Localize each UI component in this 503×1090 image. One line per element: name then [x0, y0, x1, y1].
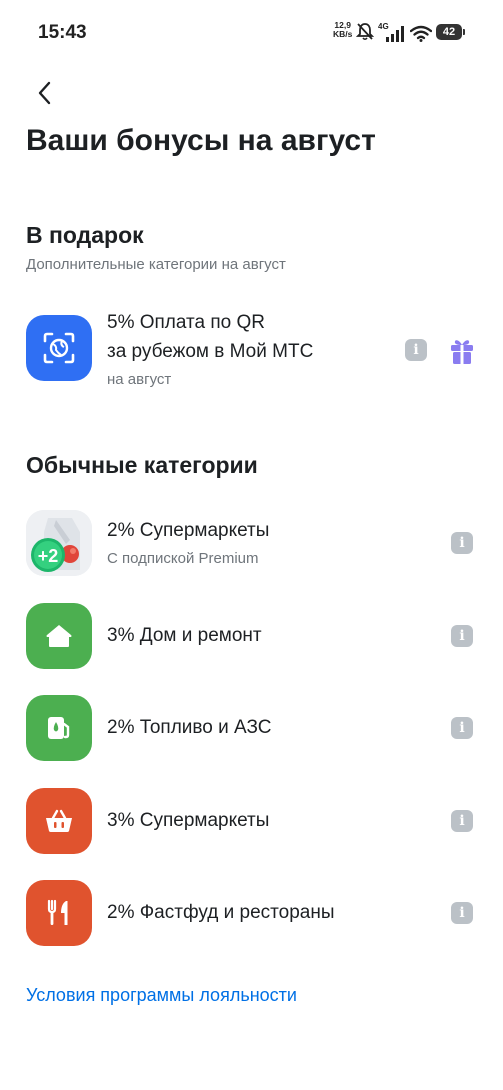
loyalty-terms-link[interactable]: Условия программы лояльности [26, 985, 297, 1006]
house-icon [46, 625, 72, 647]
info-button[interactable]: i [451, 902, 473, 924]
gift-section-title: В подарок [26, 222, 144, 248]
premium-supermarket-tile: +2 [26, 510, 92, 576]
category-title: 3% Дом и ремонт [107, 625, 262, 646]
fork-knife-icon [47, 899, 68, 925]
supermarket-tile [26, 788, 92, 854]
gift-category-title-line1: 5% Оплата по QR [107, 312, 266, 333]
gift-category-title-line2: за рубежом в Мой МТС [107, 341, 314, 362]
info-button[interactable]: i [451, 717, 473, 739]
signal-icon [386, 26, 404, 42]
info-button[interactable]: i [451, 810, 473, 832]
gift-section-subtitle: Дополнительные категории на август [26, 256, 286, 273]
page-title: Ваши бонусы на август [26, 124, 376, 157]
regular-section-title: Обычные категории [26, 452, 258, 478]
qr-abroad-tile [26, 315, 92, 381]
category-subtitle: С подпиской Premium [107, 550, 259, 567]
category-title: 2% Супермаркеты [107, 520, 270, 541]
battery-indicator: 42 [436, 24, 462, 40]
category-title: 2% Топливо и АЗС [107, 717, 272, 738]
info-icon: i [459, 905, 465, 921]
back-button[interactable] [28, 76, 62, 110]
premium-badge: +2 [38, 546, 59, 566]
category-row[interactable]: 3% Супермаркеты i [0, 788, 503, 854]
fastfood-tile [26, 880, 92, 946]
bell-muted-icon [356, 23, 374, 41]
category-row[interactable]: 2% Фастфуд и рестораны i [0, 880, 503, 946]
fuel-pump-icon [48, 717, 70, 739]
category-title: 3% Супермаркеты [107, 810, 270, 831]
info-icon: i [459, 628, 465, 644]
gift-icon[interactable] [449, 337, 475, 365]
qr-scan-globe-icon [43, 332, 75, 364]
status-bar: 15:43 12,9 KB/s 4G 42 [0, 0, 503, 66]
status-time: 15:43 [38, 22, 87, 43]
info-icon: i [459, 720, 465, 736]
category-row[interactable]: 3% Дом и ремонт i [0, 603, 503, 669]
info-icon: i [413, 342, 419, 358]
gift-category-subtitle: на август [107, 371, 172, 388]
info-icon: i [459, 535, 465, 551]
battery-tip [463, 29, 465, 35]
category-row[interactable]: +2 2% Супермаркеты С подпиской Premium i [0, 510, 503, 576]
info-button[interactable]: i [451, 532, 473, 554]
gift-category-row[interactable]: 5% Оплата по QR за рубежом в Мой МТС на … [0, 305, 503, 395]
info-button[interactable]: i [451, 625, 473, 647]
network-speed: 12,9 KB/s [333, 21, 352, 39]
info-icon: i [459, 813, 465, 829]
info-button[interactable]: i [405, 339, 427, 361]
basket-icon [46, 809, 72, 832]
category-row[interactable]: 2% Топливо и АЗС i [0, 695, 503, 761]
chevron-left-icon [38, 81, 51, 105]
wifi-icon [410, 25, 432, 42]
fuel-tile [26, 695, 92, 761]
premium-plus2-icon: +2 [26, 510, 92, 576]
category-title: 2% Фастфуд и рестораны [107, 902, 335, 923]
network-speed-unit: KB/s [333, 29, 353, 39]
home-repair-tile [26, 603, 92, 669]
